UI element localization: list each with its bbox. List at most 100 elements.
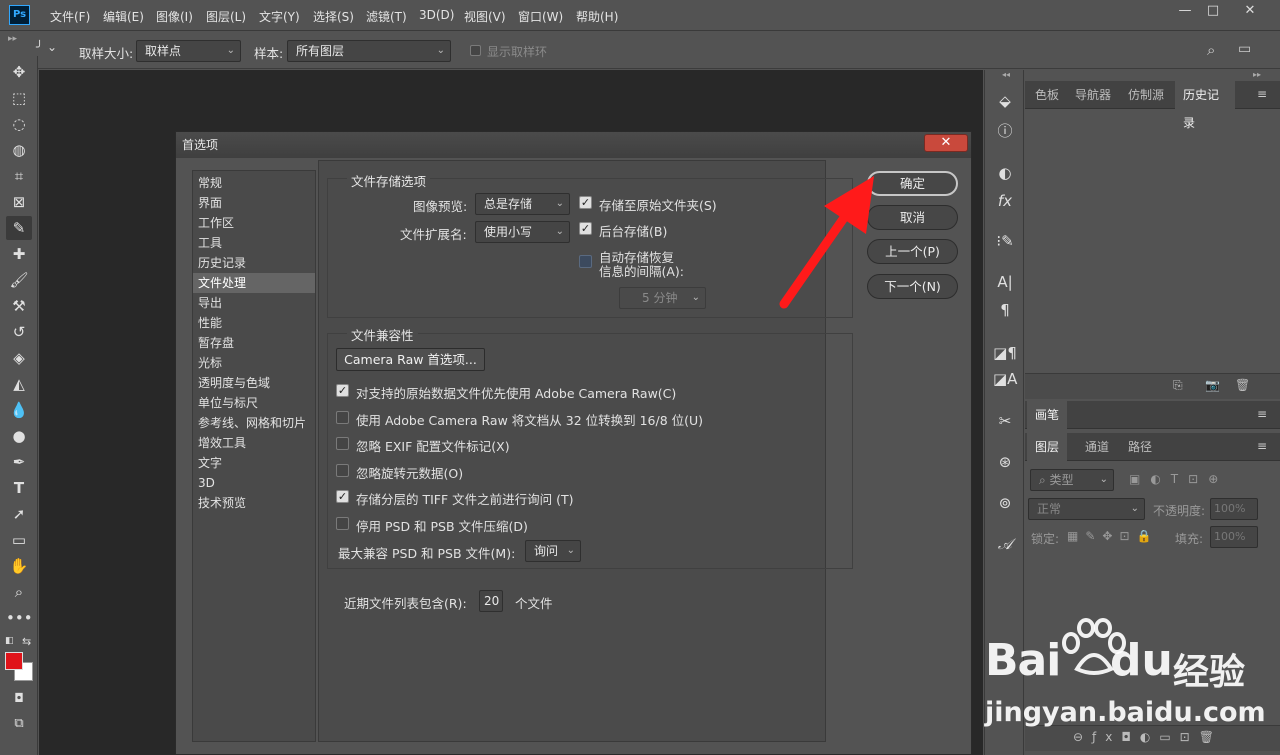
more-tools-icon[interactable]: ••• bbox=[6, 606, 33, 630]
marquee-tool-icon[interactable]: ⬚ bbox=[6, 86, 32, 110]
tab-layers[interactable]: 图层 bbox=[1027, 433, 1068, 461]
menu-image[interactable]: 图像(I) bbox=[156, 8, 193, 25]
panel-menu-icon[interactable]: ≡ bbox=[1257, 439, 1267, 453]
paint-bucket-tool-icon[interactable]: ◭ bbox=[6, 372, 32, 396]
minimize-button[interactable]: — bbox=[1172, 2, 1198, 20]
save-original-folder-checkbox[interactable]: ✓ bbox=[579, 196, 592, 209]
recent-files-input[interactable]: 20 bbox=[479, 590, 503, 612]
nav-scratch-disks[interactable]: 暂存盘 bbox=[193, 333, 315, 353]
auto-recover-checkbox[interactable] bbox=[579, 255, 592, 268]
compat-option-5-checkbox[interactable] bbox=[336, 517, 349, 530]
foreground-color-swatch[interactable] bbox=[5, 652, 23, 670]
compat-option-4-checkbox[interactable]: ✓ bbox=[336, 490, 349, 503]
panel-menu-icon[interactable]: ≡ bbox=[1257, 87, 1267, 101]
history-brush-tool-icon[interactable]: ↺ bbox=[6, 320, 32, 344]
compat-option-0-checkbox[interactable]: ✓ bbox=[336, 384, 349, 397]
background-save-checkbox[interactable]: ✓ bbox=[579, 222, 592, 235]
nav-history-log[interactable]: 历史记录 bbox=[193, 253, 315, 273]
eyedropper-preset-icon[interactable]: ╯ ⌄ bbox=[36, 40, 57, 54]
nav-guides-grid[interactable]: 参考线、网格和切片 bbox=[193, 413, 315, 433]
frame-tool-icon[interactable]: ⊠ bbox=[6, 190, 32, 214]
libraries-icon[interactable]: ⊚ bbox=[993, 492, 1017, 514]
glyphs-icon[interactable]: 𝒜 bbox=[993, 533, 1017, 555]
menu-help[interactable]: 帮助(H) bbox=[576, 8, 618, 25]
menu-3d[interactable]: 3D(D) bbox=[419, 8, 454, 22]
move-tool-icon[interactable]: ✥ bbox=[6, 60, 32, 84]
info-icon[interactable]: ⓘ bbox=[993, 120, 1017, 142]
window-close-button[interactable]: ✕ bbox=[1237, 2, 1263, 20]
nav-type[interactable]: 文字 bbox=[193, 453, 315, 473]
compat-option-1-checkbox[interactable] bbox=[336, 411, 349, 424]
nav-3d[interactable]: 3D bbox=[193, 473, 315, 493]
menu-type[interactable]: 文字(Y) bbox=[259, 8, 300, 25]
compat-option-2-checkbox[interactable] bbox=[336, 437, 349, 450]
rectangle-tool-icon[interactable]: ▭ bbox=[6, 528, 32, 552]
search-icon[interactable]: ⌕ bbox=[1207, 41, 1215, 59]
brush-settings-icon[interactable]: ⁝✎ bbox=[993, 230, 1017, 252]
menu-file[interactable]: 文件(F) bbox=[50, 8, 90, 25]
nav-interface[interactable]: 界面 bbox=[193, 193, 315, 213]
compat-option-3-checkbox[interactable] bbox=[336, 464, 349, 477]
tab-paths[interactable]: 路径 bbox=[1120, 433, 1160, 461]
screen-mode-icon[interactable]: ⧉ bbox=[6, 712, 32, 736]
eyedropper-tool-icon[interactable]: ✎ bbox=[6, 216, 32, 240]
quick-select-tool-icon[interactable]: ◍ bbox=[6, 138, 32, 162]
nav-general[interactable]: 常规 bbox=[193, 173, 315, 193]
sample-size-select[interactable]: 取样点 ⌄ bbox=[136, 40, 241, 62]
show-ring-checkbox[interactable] bbox=[470, 45, 481, 56]
nav-tech-preview[interactable]: 技术预览 bbox=[193, 493, 315, 513]
paragraph-icon[interactable]: ¶ bbox=[993, 299, 1017, 321]
tab-clone-source[interactable]: 仿制源 bbox=[1120, 81, 1172, 109]
dialog-close-button[interactable]: ✕ bbox=[924, 134, 968, 152]
swap-colors-icon[interactable]: ⇆ bbox=[22, 635, 31, 648]
pen-tool-icon[interactable]: ✒ bbox=[6, 450, 32, 474]
type-tool-icon[interactable]: T bbox=[6, 476, 32, 500]
workspace-icon[interactable]: ▭ bbox=[1238, 41, 1251, 57]
styles-icon[interactable]: fx bbox=[993, 190, 1017, 212]
tab-channels[interactable]: 通道 bbox=[1077, 433, 1117, 461]
adjustments-icon[interactable]: ◐ bbox=[993, 162, 1017, 184]
nav-cursors[interactable]: 光标 bbox=[193, 353, 315, 373]
sample-select[interactable]: 所有图层 ⌄ bbox=[287, 40, 451, 62]
character-styles-icon[interactable]: ◪A bbox=[993, 368, 1017, 390]
panel-menu-icon[interactable]: ≡ bbox=[1257, 407, 1267, 421]
lasso-tool-icon[interactable]: ◌ bbox=[6, 112, 32, 136]
eraser-tool-icon[interactable]: ◈ bbox=[6, 346, 32, 370]
default-colors-icon[interactable]: ◧ bbox=[5, 636, 14, 646]
collapse-icon[interactable]: ◂◂ bbox=[1002, 70, 1010, 79]
hand-tool-icon[interactable]: ✋ bbox=[6, 554, 32, 578]
collapse-icon[interactable]: ▸▸ bbox=[1253, 70, 1261, 79]
maximize-button[interactable]: □ bbox=[1200, 2, 1226, 20]
path-selection-tool-icon[interactable]: ➚ bbox=[6, 502, 32, 526]
tool-presets-icon[interactable]: ✂ bbox=[993, 410, 1017, 432]
character-icon[interactable]: A| bbox=[993, 271, 1017, 293]
menu-filter[interactable]: 滤镜(T) bbox=[366, 8, 407, 25]
collapse-icon[interactable]: ▸▸ bbox=[8, 34, 17, 44]
file-extension-select[interactable]: 使用小写 ⌄ bbox=[475, 221, 570, 243]
paragraph-styles-icon[interactable]: ◪¶ bbox=[993, 342, 1017, 364]
fill-input[interactable]: 100% bbox=[1210, 526, 1258, 548]
tab-swatches[interactable]: 色板 bbox=[1027, 81, 1067, 109]
nav-workspace[interactable]: 工作区 bbox=[193, 213, 315, 233]
properties-icon[interactable]: ⊛ bbox=[993, 451, 1017, 473]
nav-file-handling[interactable]: 文件处理 bbox=[193, 273, 315, 293]
menu-layer[interactable]: 图层(L) bbox=[206, 8, 246, 25]
menu-view[interactable]: 视图(V) bbox=[464, 8, 506, 25]
blur-tool-icon[interactable]: 💧 bbox=[6, 398, 32, 422]
nav-tools[interactable]: 工具 bbox=[193, 233, 315, 253]
lock-icons[interactable]: ▦✎✥⊡🔒 bbox=[1067, 529, 1158, 543]
layer-filter-select[interactable]: ⌕ 类型 ⌄ bbox=[1030, 469, 1114, 491]
layer-filter-icons[interactable]: ▣◐T⊡⊕ bbox=[1129, 472, 1228, 486]
crop-tool-icon[interactable]: ⌗ bbox=[6, 164, 32, 188]
nav-performance[interactable]: 性能 bbox=[193, 313, 315, 333]
new-document-icon[interactable]: ⎘ bbox=[1173, 378, 1183, 393]
3d-icon[interactable]: ⬙ bbox=[993, 90, 1017, 112]
brush-tool-icon[interactable]: 🖌 bbox=[6, 268, 32, 292]
camera-raw-prefs-button[interactable]: Camera Raw 首选项... bbox=[336, 348, 485, 371]
blend-mode-select[interactable]: 正常 ⌄ bbox=[1028, 498, 1145, 520]
nav-export[interactable]: 导出 bbox=[193, 293, 315, 313]
tab-brush[interactable]: 画笔 bbox=[1027, 401, 1068, 429]
healing-brush-tool-icon[interactable]: ✚ bbox=[6, 242, 32, 266]
trash-icon[interactable]: 🗑 bbox=[1235, 378, 1250, 392]
clone-stamp-tool-icon[interactable]: ⚒ bbox=[6, 294, 32, 318]
